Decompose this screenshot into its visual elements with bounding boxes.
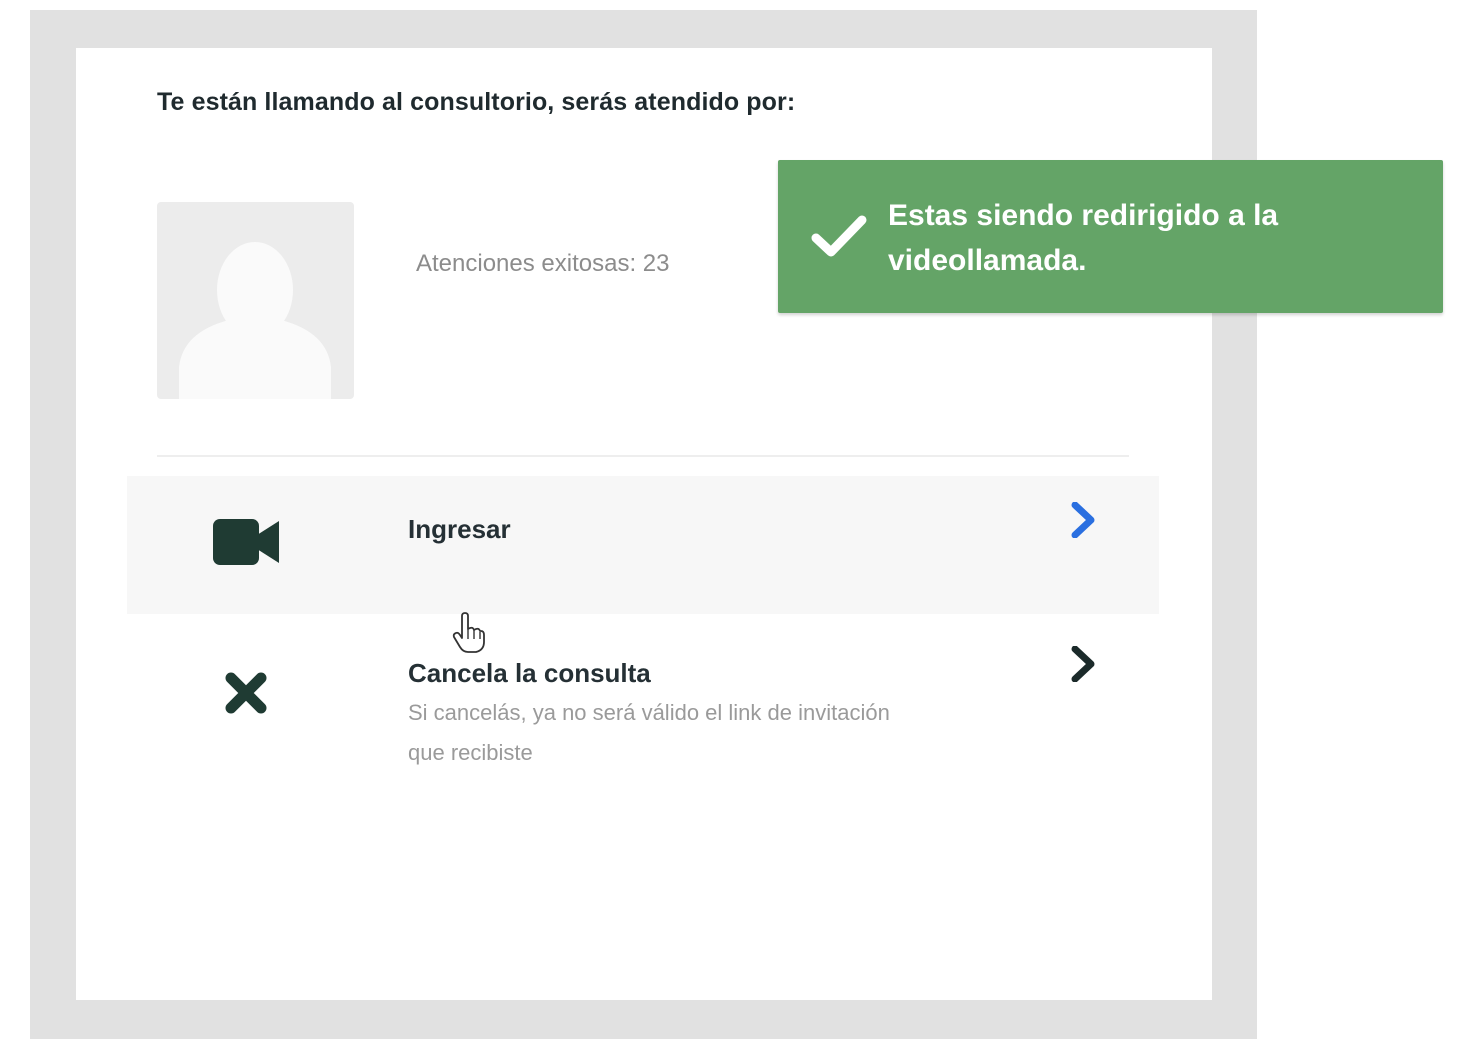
cancel-consultation-option[interactable]: Cancela la consulta Si cancelás, ya no s… — [127, 614, 1159, 784]
doctor-avatar — [157, 202, 354, 399]
successful-attentions-count: Atenciones exitosas: 23 — [416, 250, 670, 277]
redirect-toast: Estas siendo redirigido a la videollamad… — [778, 160, 1443, 313]
close-icon — [225, 672, 267, 714]
screen: Te están llamando al consultorio, serás … — [0, 0, 1461, 1039]
hand-pointer-cursor-icon — [452, 612, 485, 653]
redirect-toast-message: Estas siendo redirigido a la videollamad… — [888, 199, 1279, 277]
cancel-consultation-label: Cancela la consulta — [408, 658, 651, 688]
enter-call-label: Ingresar — [408, 514, 511, 544]
chevron-right-icon — [1071, 502, 1095, 538]
divider — [157, 455, 1129, 457]
cancel-consultation-description: Si cancelás, ya no será válido el link d… — [408, 700, 890, 765]
modal-heading: Te están llamando al consultorio, serás … — [157, 88, 796, 116]
checkmark-icon — [811, 215, 867, 257]
enter-call-option[interactable]: Ingresar — [127, 476, 1159, 614]
video-camera-icon — [213, 519, 279, 565]
user-silhouette-icon — [179, 242, 331, 399]
chevron-right-icon — [1071, 646, 1095, 682]
